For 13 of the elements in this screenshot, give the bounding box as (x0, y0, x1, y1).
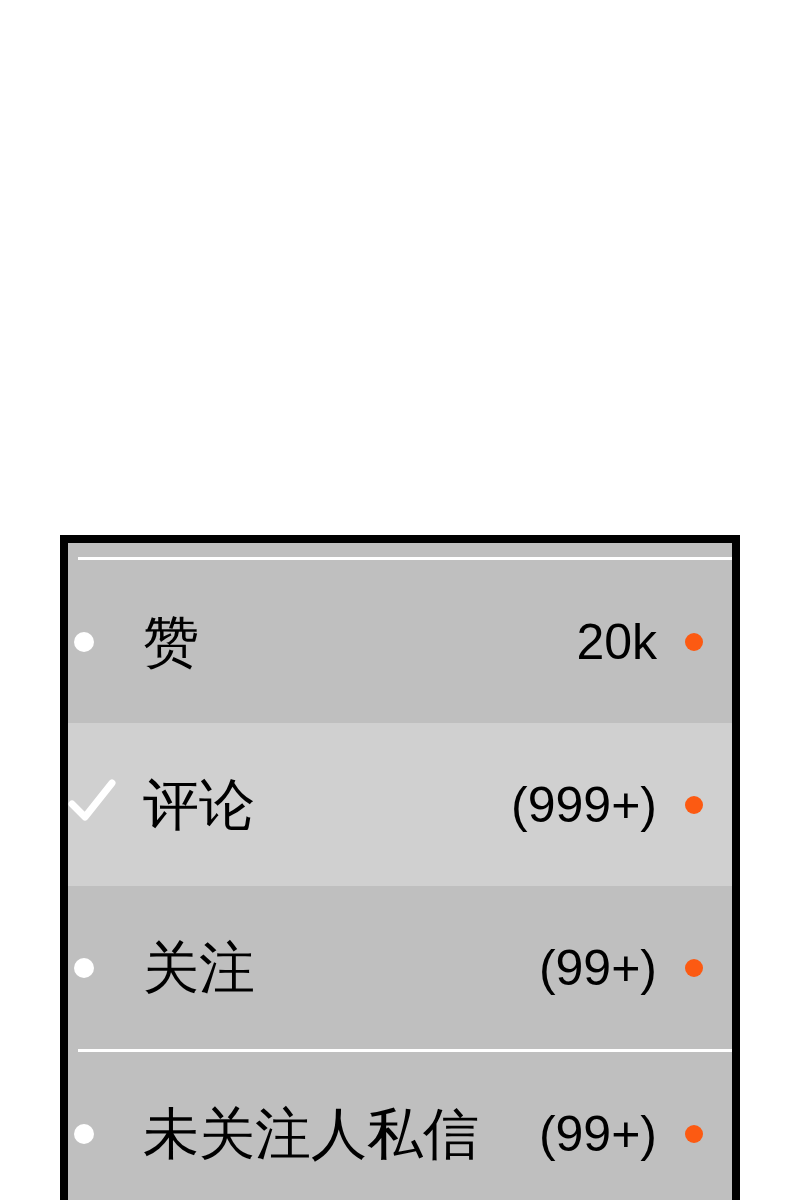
menu-item[interactable]: 评论 (999+) (68, 723, 732, 886)
item-count: 20k (576, 613, 657, 672)
item-label: 未关注人私信 (143, 1104, 480, 1164)
item-count: (999+) (511, 776, 657, 835)
item-label: 评论 (143, 775, 256, 835)
item-label: 关注 (143, 938, 256, 998)
item-label: 赞 (143, 612, 200, 672)
check-icon (68, 778, 116, 822)
bullet-icon (74, 958, 94, 978)
bullet-icon (74, 1124, 94, 1144)
item-count: (99+) (538, 939, 657, 998)
item-count: (99+) (538, 1105, 657, 1164)
bullet-icon (74, 632, 94, 652)
